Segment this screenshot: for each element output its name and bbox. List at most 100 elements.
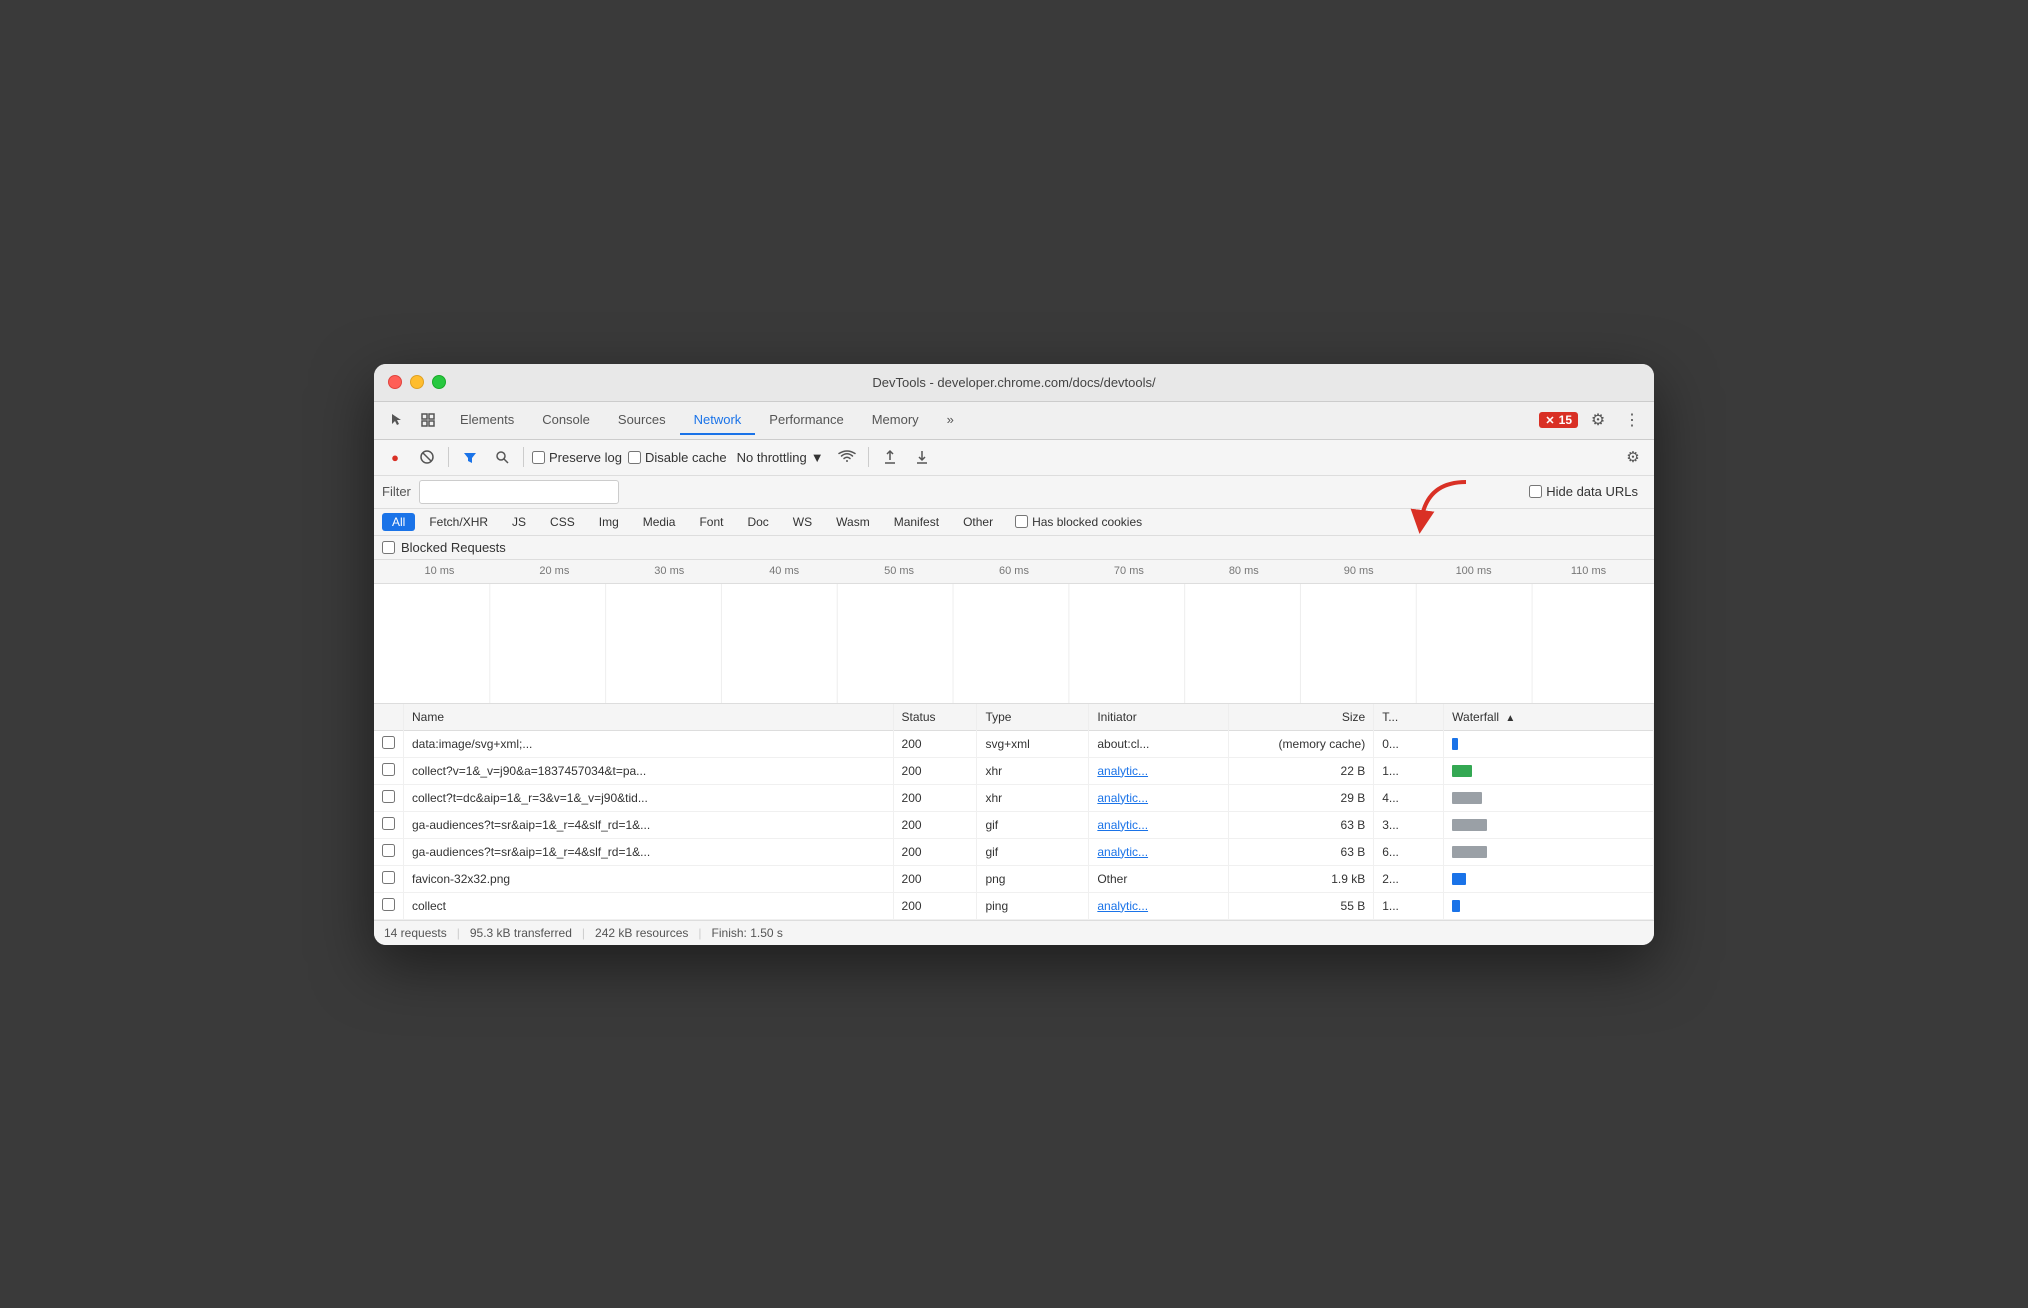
nav-right: ✕ 15 ⚙ ⋮ — [1539, 406, 1646, 434]
row-name[interactable]: collect?t=dc&aip=1&_r=3&v=1&_v=j90&tid..… — [404, 784, 894, 811]
row-checkbox[interactable] — [382, 844, 395, 857]
has-blocked-cookies-checkbox[interactable] — [1015, 515, 1028, 528]
table-body: data:image/svg+xml;... 200 svg+xml about… — [374, 730, 1654, 919]
tab-network[interactable]: Network — [680, 406, 756, 435]
type-btn-font[interactable]: Font — [689, 513, 733, 531]
type-btn-img[interactable]: Img — [589, 513, 629, 531]
type-btn-css[interactable]: CSS — [540, 513, 585, 531]
type-btn-xhr[interactable]: Fetch/XHR — [419, 513, 498, 531]
initiator-link[interactable]: analytic... — [1097, 899, 1148, 913]
toolbar-separator-2 — [523, 447, 524, 467]
row-initiator[interactable]: analytic... — [1089, 838, 1229, 865]
hide-data-urls-checkbox[interactable] — [1529, 485, 1542, 498]
minimize-button[interactable] — [410, 375, 424, 389]
type-btn-all[interactable]: All — [382, 513, 415, 531]
type-btn-other[interactable]: Other — [953, 513, 1003, 531]
row-time: 1... — [1374, 757, 1444, 784]
filter-input[interactable] — [419, 480, 619, 504]
settings-icon[interactable]: ⚙ — [1584, 406, 1612, 434]
row-name[interactable]: ga-audiences?t=sr&aip=1&_r=4&slf_rd=1&..… — [404, 811, 894, 838]
tab-console[interactable]: Console — [528, 406, 604, 435]
col-size[interactable]: Size — [1229, 704, 1374, 731]
type-btn-ws[interactable]: WS — [783, 513, 822, 531]
table-row[interactable]: favicon-32x32.png 200 png Other 1.9 kB 2… — [374, 865, 1654, 892]
table-row[interactable]: data:image/svg+xml;... 200 svg+xml about… — [374, 730, 1654, 757]
col-name[interactable]: Name — [404, 704, 894, 731]
disable-cache-group[interactable]: Disable cache — [628, 450, 727, 465]
type-btn-wasm[interactable]: Wasm — [826, 513, 880, 531]
row-status: 200 — [893, 730, 977, 757]
col-status[interactable]: Status — [893, 704, 977, 731]
row-checkbox[interactable] — [382, 763, 395, 776]
table-row[interactable]: collect 200 ping analytic... 55 B 1... — [374, 892, 1654, 919]
col-type[interactable]: Type — [977, 704, 1089, 731]
wifi-icon[interactable] — [834, 444, 860, 470]
disable-cache-checkbox[interactable] — [628, 451, 641, 464]
col-time[interactable]: T... — [1374, 704, 1444, 731]
row-initiator[interactable]: analytic... — [1089, 757, 1229, 784]
filter-label: Filter — [382, 484, 411, 499]
row-size: 63 B — [1229, 811, 1374, 838]
table-row[interactable]: collect?v=1&_v=j90&a=1837457034&t=pa... … — [374, 757, 1654, 784]
tick-60ms: 60 ms — [957, 565, 1072, 577]
close-button[interactable] — [388, 375, 402, 389]
disable-cache-label: Disable cache — [645, 450, 727, 465]
row-initiator[interactable]: analytic... — [1089, 811, 1229, 838]
col-initiator[interactable]: Initiator — [1089, 704, 1229, 731]
toolbar-settings-icon[interactable]: ⚙ — [1620, 444, 1646, 470]
row-status: 200 — [893, 838, 977, 865]
tab-elements[interactable]: Elements — [446, 406, 528, 435]
row-initiator[interactable]: analytic... — [1089, 784, 1229, 811]
upload-icon[interactable] — [877, 444, 903, 470]
col-checkbox — [374, 704, 404, 731]
table-row[interactable]: ga-audiences?t=sr&aip=1&_r=4&slf_rd=1&..… — [374, 811, 1654, 838]
initiator-link[interactable]: analytic... — [1097, 818, 1148, 832]
pointer-icon[interactable] — [382, 406, 410, 434]
row-name[interactable]: data:image/svg+xml;... — [404, 730, 894, 757]
tab-memory[interactable]: Memory — [858, 406, 933, 435]
requests-table: Name Status Type Initiator Size — [374, 704, 1654, 920]
row-checkbox[interactable] — [382, 790, 395, 803]
initiator-link[interactable]: analytic... — [1097, 791, 1148, 805]
row-name[interactable]: ga-audiences?t=sr&aip=1&_r=4&slf_rd=1&..… — [404, 838, 894, 865]
throttle-select[interactable]: No throttling ▼ — [733, 448, 828, 467]
row-time: 0... — [1374, 730, 1444, 757]
row-name[interactable]: collect?v=1&_v=j90&a=1837457034&t=pa... — [404, 757, 894, 784]
row-name[interactable]: collect — [404, 892, 894, 919]
type-btn-manifest[interactable]: Manifest — [884, 513, 949, 531]
type-btn-doc[interactable]: Doc — [737, 513, 778, 531]
row-checkbox[interactable] — [382, 871, 395, 884]
maximize-button[interactable] — [432, 375, 446, 389]
row-checkbox[interactable] — [382, 898, 395, 911]
download-icon[interactable] — [909, 444, 935, 470]
tab-more[interactable]: » — [933, 406, 968, 435]
initiator-link[interactable]: analytic... — [1097, 845, 1148, 859]
tab-performance[interactable]: Performance — [755, 406, 857, 435]
tab-sources[interactable]: Sources — [604, 406, 680, 435]
has-blocked-cookies-group[interactable]: Has blocked cookies — [1015, 515, 1142, 529]
status-requests: 14 requests — [384, 926, 447, 940]
row-checkbox[interactable] — [382, 736, 395, 749]
type-btn-js[interactable]: JS — [502, 513, 536, 531]
inspect-icon[interactable] — [414, 406, 442, 434]
blocked-requests-checkbox[interactable] — [382, 541, 395, 554]
clear-button[interactable] — [414, 444, 440, 470]
search-icon[interactable] — [489, 444, 515, 470]
table-row[interactable]: ga-audiences?t=sr&aip=1&_r=4&slf_rd=1&..… — [374, 838, 1654, 865]
tick-10ms: 10 ms — [382, 565, 497, 577]
row-initiator[interactable]: analytic... — [1089, 892, 1229, 919]
hide-data-urls-group[interactable]: Hide data URLs — [1529, 484, 1638, 499]
filter-icon[interactable] — [457, 444, 483, 470]
row-name[interactable]: favicon-32x32.png — [404, 865, 894, 892]
row-type: gif — [977, 811, 1089, 838]
initiator-link[interactable]: analytic... — [1097, 764, 1148, 778]
preserve-log-group[interactable]: Preserve log — [532, 450, 622, 465]
preserve-log-checkbox[interactable] — [532, 451, 545, 464]
record-button[interactable]: ● — [382, 444, 408, 470]
row-checkbox[interactable] — [382, 817, 395, 830]
col-waterfall[interactable]: Waterfall ▲ — [1444, 704, 1654, 731]
more-vert-icon[interactable]: ⋮ — [1618, 406, 1646, 434]
table-row[interactable]: collect?t=dc&aip=1&_r=3&v=1&_v=j90&tid..… — [374, 784, 1654, 811]
type-btn-media[interactable]: Media — [633, 513, 686, 531]
row-initiator: about:cl... — [1089, 730, 1229, 757]
